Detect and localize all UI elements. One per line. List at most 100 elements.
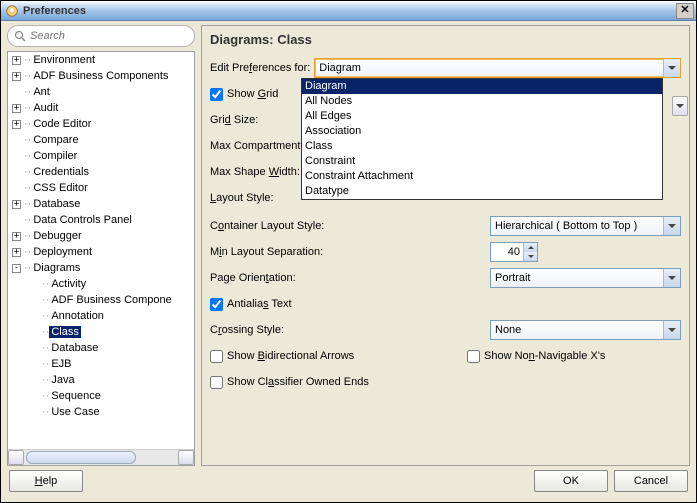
preferences-page: Diagrams: Class Edit Preferences for: Di… (201, 25, 690, 466)
expander-spacer (12, 184, 21, 193)
expander-spacer (12, 88, 21, 97)
tree-item[interactable]: +·· Environment (8, 52, 194, 68)
tree-item-label[interactable]: CSS Editor (31, 182, 89, 194)
tree-item-label[interactable]: Class (49, 326, 81, 338)
search-icon (14, 30, 26, 42)
chevron-down-icon[interactable] (663, 217, 680, 235)
container-layout-combo[interactable]: Hierarchical ( Bottom to Top ) (490, 216, 681, 236)
tree-item-label[interactable]: Compiler (31, 150, 79, 162)
show-classifier-owned-label: Show Classifier Owned Ends (227, 376, 369, 388)
tree-item-label[interactable]: Sequence (49, 390, 103, 402)
expand-icon[interactable]: + (12, 200, 21, 209)
container-layout-label: Container Layout Style: (210, 220, 490, 232)
edit-preferences-label: Edit Preferences for: (210, 62, 310, 74)
dropdown-option[interactable]: Diagram (302, 79, 662, 94)
expand-icon[interactable]: + (12, 56, 21, 65)
antialias-text-checkbox[interactable] (210, 298, 223, 311)
tree-horizontal-scrollbar[interactable] (8, 449, 194, 465)
show-non-navigable-checkbox[interactable] (467, 350, 480, 363)
crossing-style-combo[interactable]: None (490, 320, 681, 340)
tree-item[interactable]: ·· Data Controls Panel (8, 212, 194, 228)
chevron-down-icon[interactable] (663, 321, 680, 339)
tree-item-label[interactable]: EJB (49, 358, 73, 370)
tree-item[interactable]: +·· Audit (8, 100, 194, 116)
expand-icon[interactable]: + (12, 104, 21, 113)
tree-item[interactable]: +·· ADF Business Components (8, 68, 194, 84)
collapse-icon[interactable]: - (12, 264, 21, 273)
tree-item[interactable]: +·· Database (8, 196, 194, 212)
expand-icon[interactable]: + (12, 120, 21, 129)
edit-preferences-dropdown[interactable]: DiagramAll NodesAll EdgesAssociationClas… (301, 78, 663, 200)
dialog-footer: Help OK Cancel (7, 466, 690, 496)
tree-item[interactable]: -·· Diagrams (8, 260, 194, 276)
tree-item-label[interactable]: Deployment (31, 246, 94, 258)
dropdown-option[interactable]: Datatype (302, 184, 662, 199)
dropdown-option[interactable]: All Nodes (302, 94, 662, 109)
show-grid-checkbox[interactable] (210, 88, 223, 101)
tree-item[interactable]: ·· CSS Editor (8, 180, 194, 196)
dropdown-option[interactable]: Class (302, 139, 662, 154)
tree-item[interactable]: ·· Database (8, 340, 194, 356)
tree-item-label[interactable]: ADF Business Components (31, 70, 170, 82)
tree-item-label[interactable]: Debugger (31, 230, 83, 242)
tree-item[interactable]: ·· Class (8, 324, 194, 340)
tree-item-label[interactable]: Audit (31, 102, 60, 114)
help-button[interactable]: Help (9, 470, 83, 492)
tree-item-label[interactable]: Code Editor (31, 118, 93, 130)
tree-item-label[interactable]: Activity (49, 278, 88, 290)
tree-item-label[interactable]: Use Case (49, 406, 101, 418)
close-button[interactable]: ✕ (676, 3, 694, 19)
expand-icon[interactable]: + (12, 232, 21, 241)
dropdown-option[interactable]: Constraint (302, 154, 662, 169)
layout-style-combo-arrow[interactable] (672, 96, 688, 116)
tree-item-label[interactable]: Credentials (31, 166, 91, 178)
tree-item-label[interactable]: ADF Business Compone (49, 294, 173, 306)
cancel-button[interactable]: Cancel (614, 470, 688, 492)
page-title: Diagrams: Class (210, 32, 681, 47)
tree-item[interactable]: ·· Annotation (8, 308, 194, 324)
tree-item[interactable]: ·· Compare (8, 132, 194, 148)
tree-item-label[interactable]: Environment (31, 54, 97, 66)
dropdown-option[interactable]: Constraint Attachment (302, 169, 662, 184)
show-bidirectional-checkbox[interactable] (210, 350, 223, 363)
tree-item[interactable]: ·· ADF Business Compone (8, 292, 194, 308)
min-layout-separation-spinner[interactable]: 40 (490, 242, 538, 262)
tree-item-label[interactable]: Database (31, 198, 82, 210)
show-classifier-owned-checkbox[interactable] (210, 376, 223, 389)
tree-item[interactable]: ·· Ant (8, 84, 194, 100)
tree-item[interactable]: +·· Code Editor (8, 116, 194, 132)
ok-button[interactable]: OK (534, 470, 608, 492)
search-input[interactable] (30, 30, 188, 42)
tree-item-label[interactable]: Java (49, 374, 76, 386)
tree-item-label[interactable]: Data Controls Panel (31, 214, 133, 226)
edit-preferences-combo[interactable]: Diagram (314, 58, 681, 78)
tree-item-label[interactable]: Compare (31, 134, 80, 146)
tree-item[interactable]: ·· EJB (8, 356, 194, 372)
tree-item[interactable]: ·· Sequence (8, 388, 194, 404)
tree-item[interactable]: ·· Activity (8, 276, 194, 292)
search-field[interactable] (7, 25, 195, 47)
expand-icon[interactable]: + (12, 72, 21, 81)
chevron-down-icon[interactable] (663, 269, 680, 287)
tree-item[interactable]: +·· Debugger (8, 228, 194, 244)
tree-item[interactable]: ·· Java (8, 372, 194, 388)
tree-item[interactable]: +·· Deployment (8, 244, 194, 260)
tree-item-label[interactable]: Ant (31, 86, 52, 98)
preferences-tree[interactable]: +·· Environment+·· ADF Business Componen… (7, 51, 195, 466)
expand-icon[interactable]: + (12, 248, 21, 257)
min-layout-separation-label: Min Layout Separation: (210, 246, 490, 258)
chevron-down-icon[interactable] (663, 59, 680, 77)
expander-spacer (30, 408, 39, 417)
tree-item[interactable]: ·· Compiler (8, 148, 194, 164)
dropdown-option[interactable]: Association (302, 124, 662, 139)
page-orientation-combo[interactable]: Portrait (490, 268, 681, 288)
show-bidirectional-label: Show Bidirectional Arrows (227, 350, 467, 362)
tree-item-label[interactable]: Database (49, 342, 100, 354)
tree-item-label[interactable]: Diagrams (31, 262, 82, 274)
dropdown-option[interactable]: All Edges (302, 109, 662, 124)
tree-item-label[interactable]: Annotation (49, 310, 106, 322)
tree-item[interactable]: ·· Credentials (8, 164, 194, 180)
tree-item[interactable]: ·· Use Case (8, 404, 194, 420)
app-icon (5, 4, 19, 18)
crossing-style-label: Crossing Style: (210, 324, 490, 336)
